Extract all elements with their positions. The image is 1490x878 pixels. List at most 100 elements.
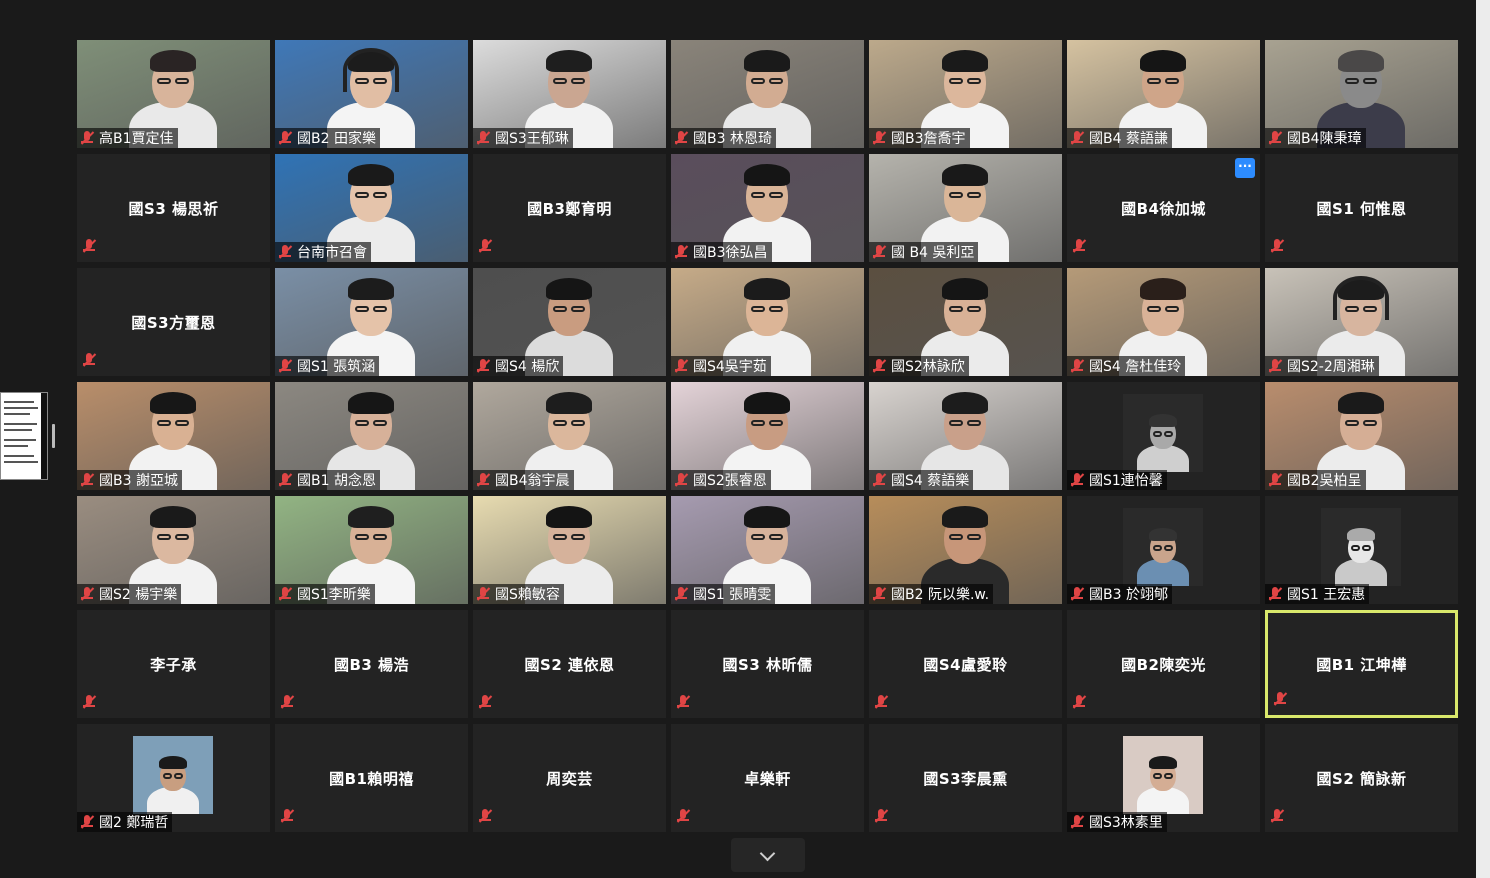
more-options-button[interactable]: ··· bbox=[1235, 158, 1255, 178]
participant-tile[interactable]: 國S2林詠欣 bbox=[869, 268, 1062, 376]
participant-tile[interactable]: 高B1賈定佳 bbox=[77, 40, 270, 148]
mic-muted-icon bbox=[1265, 584, 1285, 604]
participant-tile[interactable]: 國S2 簡詠新 bbox=[1265, 724, 1458, 832]
participant-tile[interactable]: 國B3 林恩琦 bbox=[671, 40, 864, 148]
participant-tile[interactable]: 國 B4 吳利亞 bbox=[869, 154, 1062, 262]
participant-tile[interactable]: 國B1 胡念恩 bbox=[275, 382, 468, 490]
participant-name: 國S1李昕樂 bbox=[297, 587, 371, 603]
participant-name-bar: 國S1 張筑涵 bbox=[275, 356, 380, 376]
participant-tile[interactable]: 國S1連怡馨 bbox=[1067, 382, 1260, 490]
participant-tile[interactable]: 國S4 詹杜佳玲 bbox=[1067, 268, 1260, 376]
mic-muted-icon bbox=[79, 350, 99, 370]
participant-name: 國S3李晨熏 bbox=[923, 770, 1008, 788]
participant-name-bar: 國S1 王宏惠 bbox=[1265, 584, 1370, 604]
participant-tile[interactable]: 國S4 楊欣 bbox=[473, 268, 666, 376]
participant-name-bar: 國S1 張晴雯 bbox=[671, 584, 776, 604]
participant-tile[interactable]: 國2 鄭瑞哲 bbox=[77, 724, 270, 832]
participant-tile[interactable]: 國S3王郁琳 bbox=[473, 40, 666, 148]
mic-muted-icon bbox=[79, 236, 99, 256]
participant-tile[interactable]: 國S1 張筑涵 bbox=[275, 268, 468, 376]
participant-tile[interactable]: 國B4徐加城 ··· bbox=[1067, 154, 1260, 262]
participant-tile[interactable]: 國S賴敏容 bbox=[473, 496, 666, 604]
screen-share-thumbnail[interactable] bbox=[0, 392, 48, 480]
participant-name: 國S1 王宏惠 bbox=[1287, 587, 1366, 603]
participant-name-bar: 國2 鄭瑞哲 bbox=[77, 812, 173, 832]
participant-name: 國S2 簡詠新 bbox=[1316, 770, 1407, 788]
participant-name-bar: 國S4 詹杜佳玲 bbox=[1067, 356, 1186, 376]
participant-name: 國B2吳柏呈 bbox=[1287, 473, 1362, 489]
participant-tile[interactable]: 國B3 楊浩 bbox=[275, 610, 468, 718]
participant-tile[interactable]: 國S2 連依恩 bbox=[473, 610, 666, 718]
participant-tile[interactable]: 國S2張睿恩 bbox=[671, 382, 864, 490]
participant-tile[interactable]: 國B2陳奕光 bbox=[1067, 610, 1260, 718]
participant-tile[interactable]: 國S3林素里 bbox=[1067, 724, 1260, 832]
participant-tile[interactable]: 李子承 bbox=[77, 610, 270, 718]
mic-muted-icon bbox=[671, 470, 691, 490]
participant-tile[interactable]: 國S1 張晴雯 bbox=[671, 496, 864, 604]
participant-name: 國S4盧愛聆 bbox=[923, 656, 1008, 674]
mic-muted-icon bbox=[77, 584, 97, 604]
next-page-button[interactable] bbox=[731, 838, 805, 872]
participant-tile[interactable]: 國B4翁宇晨 bbox=[473, 382, 666, 490]
participant-gallery-grid: 高B1賈定佳 國B2 田家樂 國S3王郁琳 國B3 林恩琦 國B3詹喬宇 國B4 蔡語謙國… bbox=[77, 40, 1460, 834]
participant-tile[interactable]: 卓樂軒 bbox=[671, 724, 864, 832]
mic-muted-icon bbox=[871, 806, 891, 826]
participant-tile[interactable]: 國B1 江坤樺 bbox=[1265, 610, 1458, 718]
participant-name-bar: 國B3 謝亞城 bbox=[77, 470, 182, 490]
participant-tile[interactable]: 國B2吳柏呈 bbox=[1265, 382, 1458, 490]
participant-name-bar: 國B3詹喬宇 bbox=[869, 128, 970, 148]
mic-muted-icon bbox=[1267, 236, 1287, 256]
participant-tile[interactable]: 國S3 林昕儒 bbox=[671, 610, 864, 718]
participant-name-bar: 國B3 林恩琦 bbox=[671, 128, 776, 148]
participant-tile[interactable]: 國S2 楊宇樂 bbox=[77, 496, 270, 604]
participant-tile[interactable]: 國B4 蔡語謙 bbox=[1067, 40, 1260, 148]
participant-tile[interactable]: 國S1 何惟恩 bbox=[1265, 154, 1458, 262]
chevron-down-icon bbox=[759, 845, 776, 862]
profile-picture bbox=[133, 736, 213, 814]
mic-muted-icon bbox=[673, 806, 693, 826]
mic-muted-icon bbox=[1067, 812, 1087, 832]
participant-tile[interactable]: 台南市召會 bbox=[275, 154, 468, 262]
mic-muted-icon bbox=[1265, 128, 1285, 148]
participant-tile[interactable]: 國S3 楊思祈 bbox=[77, 154, 270, 262]
participant-name-bar: 國S3林素里 bbox=[1067, 812, 1167, 832]
mic-muted-icon bbox=[475, 692, 495, 712]
mic-muted-icon bbox=[473, 356, 493, 376]
participant-name-bar: 國S2 楊宇樂 bbox=[77, 584, 182, 604]
participant-tile[interactable]: 國B2 田家樂 bbox=[275, 40, 468, 148]
participant-tile[interactable]: 國B3 於翊郇 bbox=[1067, 496, 1260, 604]
participant-tile[interactable]: 國B2 阮以樂.w. bbox=[869, 496, 1062, 604]
participant-name: 國 B4 吳利亞 bbox=[891, 245, 975, 261]
participant-tile[interactable]: 國B3徐弘昌 bbox=[671, 154, 864, 262]
participant-tile[interactable]: 周奕芸 bbox=[473, 724, 666, 832]
mic-muted-icon bbox=[869, 584, 889, 604]
participant-name: 國B1賴明禧 bbox=[329, 770, 414, 788]
mic-muted-icon bbox=[275, 470, 295, 490]
participant-tile[interactable]: 國S3方璽恩 bbox=[77, 268, 270, 376]
participant-name: 卓樂軒 bbox=[744, 770, 791, 788]
participant-tile[interactable]: 國S1 王宏惠 bbox=[1265, 496, 1458, 604]
participant-tile[interactable]: 國S4 蔡語樂 bbox=[869, 382, 1062, 490]
participant-tile[interactable]: 國B3 謝亞城 bbox=[77, 382, 270, 490]
participant-tile[interactable]: 國B3鄭育明 bbox=[473, 154, 666, 262]
participant-tile[interactable]: 國B3詹喬宇 bbox=[869, 40, 1062, 148]
participant-name-bar: 國S1連怡馨 bbox=[1067, 470, 1167, 490]
mic-muted-icon bbox=[473, 470, 493, 490]
participant-name-bar: 國S4 蔡語樂 bbox=[869, 470, 974, 490]
participant-name: 國B3 於翊郇 bbox=[1089, 587, 1168, 603]
participant-name-bar: 國S2張睿恩 bbox=[671, 470, 771, 490]
profile-picture bbox=[1123, 736, 1203, 814]
participant-name-bar: 國S2-2周湘琳 bbox=[1265, 356, 1379, 376]
participant-tile[interactable]: 國B1賴明禧 bbox=[275, 724, 468, 832]
participant-name: 國B2 田家樂 bbox=[297, 131, 376, 147]
participant-tile[interactable]: 國S4盧愛聆 bbox=[869, 610, 1062, 718]
participant-tile[interactable]: 國S3李晨熏 bbox=[869, 724, 1062, 832]
participant-tile[interactable]: 國B4陳秉璋 bbox=[1265, 40, 1458, 148]
panel-resize-handle[interactable] bbox=[52, 424, 55, 448]
participant-name-bar: 國B3 於翊郇 bbox=[1067, 584, 1172, 604]
participant-tile[interactable]: 國S1李昕樂 bbox=[275, 496, 468, 604]
participant-tile[interactable]: 國S4吳宇茹 bbox=[671, 268, 864, 376]
mic-muted-icon bbox=[673, 692, 693, 712]
participant-video bbox=[1123, 394, 1203, 472]
participant-tile[interactable]: 國S2-2周湘琳 bbox=[1265, 268, 1458, 376]
